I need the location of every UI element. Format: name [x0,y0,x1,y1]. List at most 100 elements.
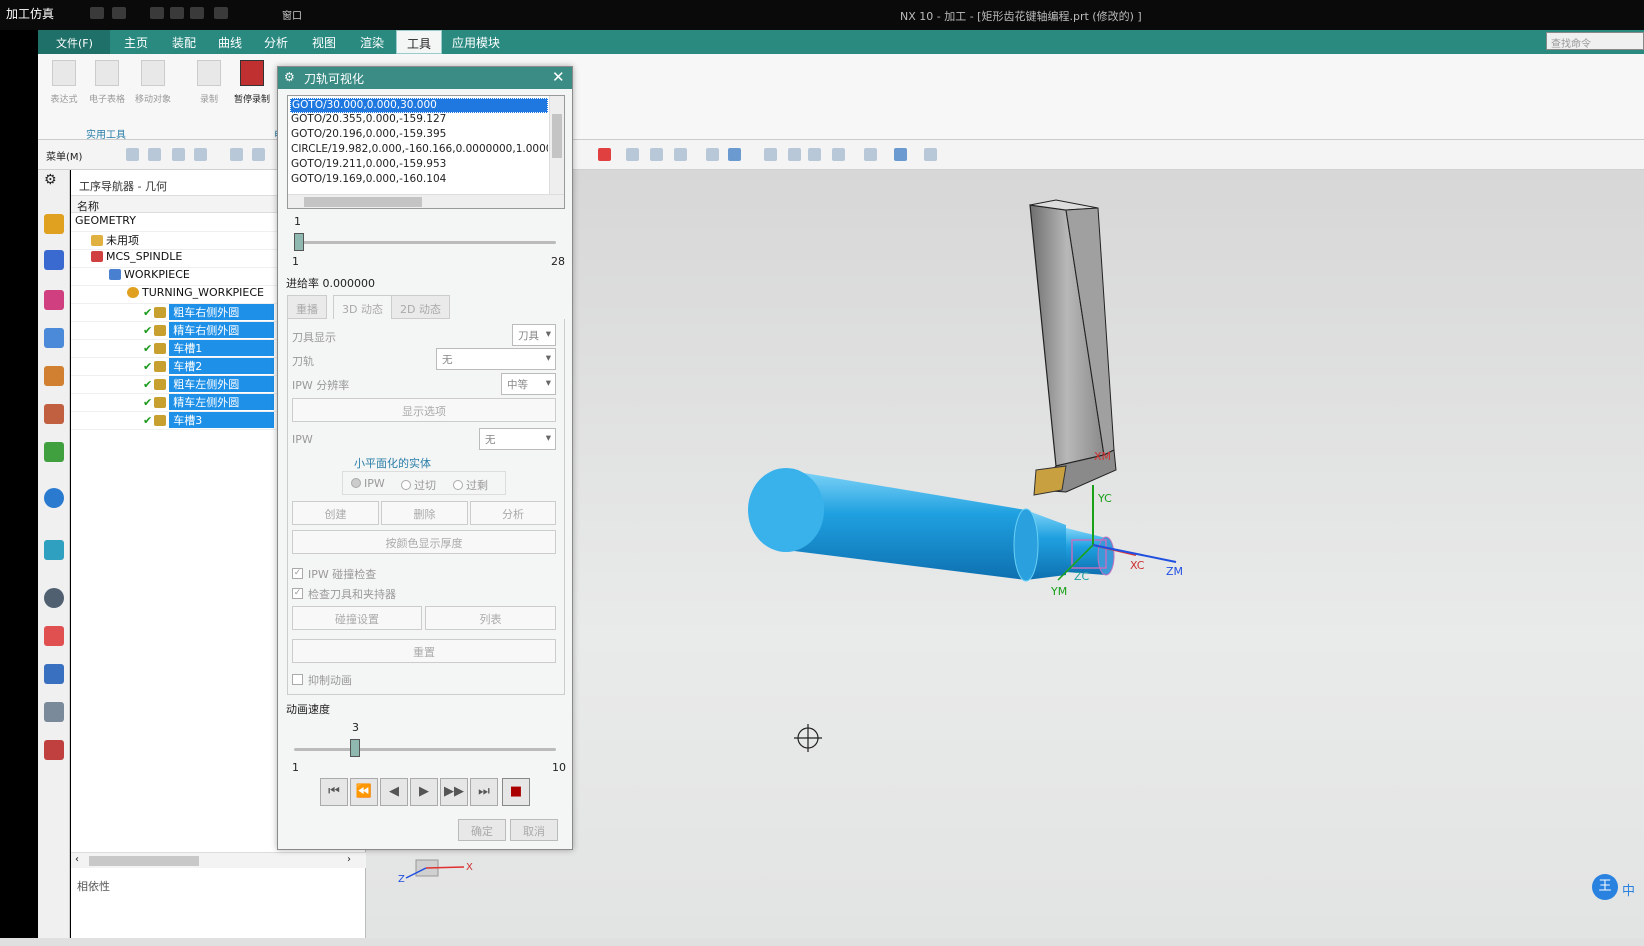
tab-curve[interactable]: 曲线 [218,34,242,51]
tab-3d-dynamic[interactable]: 3D 动态 [333,295,392,319]
dialog-gear-icon[interactable]: ⚙ [284,70,295,84]
fit-view-icon[interactable] [764,148,777,161]
toolpath-list[interactable]: GOTO/30.000,0.000,30.000 GOTO/20.355,0.0… [287,95,565,209]
tab-2d-dynamic[interactable]: 2D 动态 [391,295,450,319]
record-button[interactable]: 录制 [194,60,224,105]
list-vscrollbar[interactable] [549,96,564,194]
fast-forward-end-button[interactable]: ⏭ [470,778,498,806]
move-object-button[interactable]: 移动对象 [132,60,174,105]
play-backward-button[interactable]: ◀ [380,778,408,806]
transform-icon[interactable] [626,148,639,161]
scroll-thumb[interactable] [552,114,562,158]
list-item[interactable]: GOTO/19.169,0.000,-160.104 [290,173,548,188]
navigator-hscrollbar[interactable]: ‹ › [71,852,366,868]
list-item[interactable]: GOTO/20.355,0.000,-159.127 [290,113,548,128]
list-item[interactable]: GOTO/19.211,0.000,-159.953 [290,158,548,173]
step-slider-thumb[interactable] [294,233,304,251]
ipw-resolution-select[interactable]: 中等 [501,373,556,395]
list-item[interactable]: GOTO/20.196,0.000,-159.395 [290,128,548,143]
layout-icon[interactable] [832,148,845,161]
command-search-input[interactable]: 查找命令 [1546,32,1644,50]
rewind-start-button[interactable]: ⏮ [320,778,348,806]
refresh-icon[interactable] [808,148,821,161]
cut-icon[interactable] [150,7,164,19]
dialog-header[interactable]: 刀轨可视化 [278,67,572,89]
part-navigator-icon[interactable] [44,290,64,310]
ribbon-group-utilities[interactable]: 实用工具 [86,126,126,141]
scroll-right-icon[interactable]: › [347,854,351,865]
operation-navigator-icon[interactable] [44,328,64,348]
list-item[interactable]: GOTO/30.000,0.000,30.000 [290,98,548,113]
box-select-icon[interactable] [674,148,687,161]
point-icon[interactable] [230,148,243,161]
list-button[interactable]: 列表 [425,606,556,630]
visibility-icon[interactable] [924,148,937,161]
web-browser-icon[interactable] [44,540,64,560]
palette-icon[interactable] [44,442,64,462]
collision-settings-button[interactable]: 碰撞设置 [292,606,422,630]
expression-button[interactable]: 表达式 [48,60,80,105]
ime-logo-icon[interactable]: 王 [1592,874,1618,900]
list-hscrollbar[interactable] [288,194,564,208]
pause-record-button[interactable]: 暂停录制 [230,60,274,105]
radio-excess[interactable]: 过剩 [453,477,488,493]
color-thickness-button[interactable]: 按颜色显示厚度 [292,530,556,554]
robot-icon[interactable] [44,702,64,722]
tab-render[interactable]: 渲染 [360,34,384,51]
tool-navigator-icon[interactable] [44,664,64,684]
rotate-icon[interactable] [650,148,663,161]
spreadsheet-button[interactable]: 电子表格 [86,60,128,105]
history-clock-icon[interactable] [44,588,64,608]
check-tool-holder-checkbox[interactable]: ✓ [292,588,303,599]
cancel-button[interactable]: 取消 [510,819,558,841]
scroll-thumb[interactable] [89,856,199,866]
play-forward-button[interactable]: ▶ [410,778,438,806]
orient-view-icon[interactable] [894,148,907,161]
filter-icon[interactable] [126,148,139,161]
list-item[interactable]: CIRCLE/19.982,0.000,-160.166,0.0000000,1… [290,143,548,158]
dependency-panel-label[interactable]: 相依性 [77,878,110,894]
settings-gear-icon[interactable]: ⚙ [44,172,57,188]
tab-assembly[interactable]: 装配 [172,34,196,51]
analysis-icon[interactable] [44,626,64,646]
menu-button[interactable]: 菜单(M) [46,148,82,163]
copy-icon[interactable] [170,7,184,19]
shade-icon[interactable] [706,148,719,161]
suppress-animation-checkbox[interactable] [292,674,303,685]
tool-display-select[interactable]: 刀具 [512,324,556,346]
tab-home[interactable]: 主页 [124,34,148,51]
tab-tools[interactable]: 工具 [396,30,443,54]
machine-navigator-icon[interactable] [44,404,64,424]
radio-ipw[interactable]: IPW [351,477,385,490]
grid-icon[interactable] [194,148,207,161]
scroll-thumb[interactable] [304,197,422,207]
toolpath-select[interactable]: 无 [436,348,556,370]
delete-button[interactable]: 删除 [381,501,468,525]
analyze-button[interactable]: 分析 [470,501,556,525]
zoom-icon[interactable] [788,148,801,161]
cube-icon[interactable] [728,148,741,161]
save-icon[interactable] [90,7,104,19]
line-icon[interactable] [252,148,265,161]
tab-file[interactable]: 文件(F) [38,30,110,54]
assembly-navigator-icon[interactable] [44,214,64,234]
scroll-left-icon[interactable]: ‹ [75,854,79,865]
speed-slider-track[interactable] [294,748,556,751]
stop-button[interactable]: ■ [502,778,530,806]
tab-replay[interactable]: 重播 [287,295,327,319]
ipw-collision-checkbox[interactable]: ✓ [292,568,303,579]
constraint-navigator-icon[interactable] [44,250,64,270]
section-icon[interactable] [598,148,611,161]
step-forward-button[interactable]: ▶▶ [440,778,468,806]
select-icon[interactable] [148,148,161,161]
create-button[interactable]: 创建 [292,501,379,525]
reset-button[interactable]: 重置 [292,639,556,663]
step-back-button[interactable]: ⏪ [350,778,378,806]
snap-icon[interactable] [172,148,185,161]
tab-view[interactable]: 视图 [312,34,336,51]
paste-icon[interactable] [190,7,204,19]
undo-icon[interactable] [112,7,126,19]
ok-button[interactable]: 确定 [458,819,506,841]
tab-analysis[interactable]: 分析 [264,34,288,51]
info-icon[interactable] [44,488,64,508]
